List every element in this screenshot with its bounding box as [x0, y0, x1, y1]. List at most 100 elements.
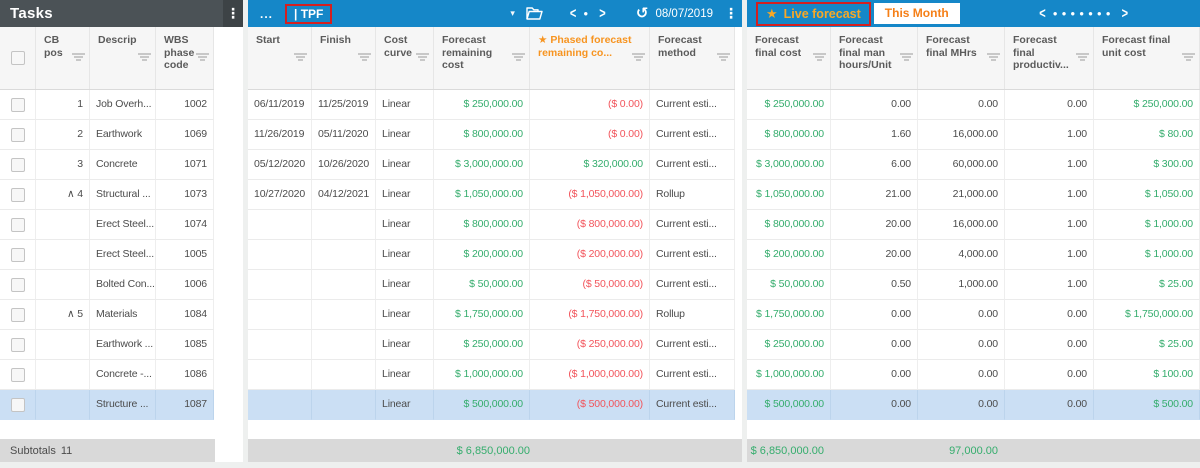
table-row[interactable]: 3Concrete1071: [0, 150, 214, 180]
table-row[interactable]: Earthwork ...1085: [0, 330, 214, 360]
row-checkbox[interactable]: [11, 188, 25, 202]
tasks-title-bar: Tasks ⋮: [0, 0, 243, 27]
table-row[interactable]: $ 1,050,000.0021.0021,000.001.00$ 1,050.…: [747, 180, 1200, 210]
table-row[interactable]: Linear$ 50,000.00($ 50,000.00)Current es…: [248, 270, 735, 300]
cell-method: Current esti...: [650, 90, 735, 120]
cell-unit: $ 1,050.00: [1094, 180, 1200, 210]
pager-dots[interactable]: ●: [583, 9, 592, 18]
row-checkbox[interactable]: [11, 278, 25, 292]
tab-live-forecast[interactable]: ★ Live forecast: [756, 2, 871, 26]
pager-left-icon[interactable]: <: [1039, 6, 1045, 22]
filter-icon[interactable]: [900, 53, 913, 55]
pager-right-icon[interactable]: >: [599, 6, 605, 22]
cell-pfrc: ($ 1,000,000.00): [530, 360, 650, 390]
column-header-cost[interactable]: Forecast final cost: [747, 27, 831, 89]
table-row[interactable]: $ 50,000.000.501,000.001.00$ 25.00: [747, 270, 1200, 300]
table-row[interactable]: Concrete -...1086: [0, 360, 214, 390]
filter-icon[interactable]: [196, 53, 209, 55]
table-row[interactable]: $ 500,000.000.000.000.00$ 500.00: [747, 390, 1200, 420]
filter-icon[interactable]: [138, 53, 151, 55]
table-row[interactable]: 10/27/202004/12/2021Linear$ 1,050,000.00…: [248, 180, 735, 210]
column-header-row: StartFinishCost curveForecast remaining …: [248, 27, 735, 90]
filter-icon[interactable]: [294, 53, 307, 55]
pager-right-icon[interactable]: >: [1122, 6, 1128, 22]
row-checkbox[interactable]: [11, 398, 25, 412]
filter-icon[interactable]: [1076, 53, 1089, 55]
cell-cost: $ 800,000.00: [747, 120, 831, 150]
row-checkbox[interactable]: [11, 98, 25, 112]
row-checkbox[interactable]: [11, 218, 25, 232]
column-header-wbs[interactable]: WBS phase code: [156, 27, 214, 89]
table-row[interactable]: $ 1,000,000.000.000.000.00$ 100.00: [747, 360, 1200, 390]
table-row[interactable]: 06/11/201911/25/2019Linear$ 250,000.00($…: [248, 90, 735, 120]
pager-dots[interactable]: ●●●●●●●: [1053, 9, 1115, 18]
filter-icon[interactable]: [1182, 53, 1195, 55]
filter-icon[interactable]: [512, 53, 525, 55]
column-label: Forecast final unit cost: [1102, 34, 1183, 59]
table-row[interactable]: Erect Steel...1005: [0, 240, 214, 270]
column-header-finish[interactable]: Finish: [312, 27, 376, 89]
row-checkbox[interactable]: [11, 338, 25, 352]
filter-icon[interactable]: [632, 53, 645, 55]
table-row[interactable]: 1Job Overh...1002: [0, 90, 214, 120]
table-row[interactable]: Linear$ 200,000.00($ 200,000.00)Current …: [248, 240, 735, 270]
table-row[interactable]: Linear$ 250,000.00($ 250,000.00)Current …: [248, 330, 735, 360]
filter-icon[interactable]: [358, 53, 371, 55]
row-checkbox[interactable]: [11, 128, 25, 142]
column-header-pfrc[interactable]: ★ Phased forecast remaining co...: [530, 27, 650, 89]
filter-icon[interactable]: [813, 53, 826, 55]
filter-icon[interactable]: [72, 53, 85, 55]
tasks-menu-button[interactable]: ⋮: [223, 0, 243, 27]
cell-man: 1.60: [831, 120, 918, 150]
table-row[interactable]: $ 3,000,000.006.0060,000.001.00$ 300.00: [747, 150, 1200, 180]
row-checkbox[interactable]: [11, 158, 25, 172]
column-header-frc[interactable]: Forecast remaining cost: [434, 27, 530, 89]
filter-icon[interactable]: [717, 53, 730, 55]
table-row[interactable]: 05/12/202010/26/2020Linear$ 3,000,000.00…: [248, 150, 735, 180]
chevron-down-icon[interactable]: ▾: [510, 8, 515, 19]
table-row[interactable]: 11/26/201905/11/2020Linear$ 800,000.00($…: [248, 120, 735, 150]
column-header-prod[interactable]: Forecast final productiv...: [1005, 27, 1094, 89]
select-all-checkbox[interactable]: [11, 51, 25, 65]
table-row[interactable]: $ 250,000.000.000.000.00$ 250,000.00: [747, 90, 1200, 120]
table-row[interactable]: $ 200,000.0020.004,000.001.00$ 1,000.00: [747, 240, 1200, 270]
refresh-icon[interactable]: ↺: [636, 6, 649, 21]
filter-icon[interactable]: [987, 53, 1000, 55]
cell-pfrc: ($ 50,000.00): [530, 270, 650, 300]
cell-start: 05/12/2020: [248, 150, 312, 180]
table-row[interactable]: Bolted Con...1006: [0, 270, 214, 300]
column-header-cb[interactable]: CB pos: [36, 27, 90, 89]
more-options-button[interactable]: ...: [260, 7, 273, 21]
column-header-start[interactable]: Start: [248, 27, 312, 89]
column-header-desc[interactable]: Descrip: [90, 27, 156, 89]
table-row[interactable]: Linear$ 800,000.00($ 800,000.00)Current …: [248, 210, 735, 240]
table-row[interactable]: $ 800,000.0020.0016,000.001.00$ 1,000.00: [747, 210, 1200, 240]
table-row[interactable]: 2Earthwork1069: [0, 120, 214, 150]
view-selector-tpf[interactable]: | TPF: [285, 4, 332, 24]
column-header-unit[interactable]: Forecast final unit cost: [1094, 27, 1200, 89]
column-header-method[interactable]: Forecast method: [650, 27, 735, 89]
column-header-mhrs[interactable]: Forecast final MHrs: [918, 27, 1005, 89]
schedule-panel: ... | TPF ▾ < ● > ↺ 08/07/2019 ⋮ StartFi…: [248, 0, 742, 462]
column-header-man[interactable]: Forecast final man hours/Unit: [831, 27, 918, 89]
cell-finish: [312, 390, 376, 420]
row-checkbox[interactable]: [11, 368, 25, 382]
tab-this-month[interactable]: This Month: [874, 3, 960, 24]
table-row[interactable]: ∧ 5Materials1084: [0, 300, 214, 330]
row-checkbox[interactable]: [11, 308, 25, 322]
pager-left-icon[interactable]: <: [570, 6, 576, 22]
table-row[interactable]: $ 800,000.001.6016,000.001.00$ 80.00: [747, 120, 1200, 150]
column-header-curve[interactable]: Cost curve: [376, 27, 434, 89]
table-row[interactable]: Structure ...1087: [0, 390, 214, 420]
table-row[interactable]: Erect Steel...1074: [0, 210, 214, 240]
kebab-menu-icon[interactable]: ⋮: [722, 0, 740, 27]
table-row[interactable]: Linear$ 500,000.00($ 500,000.00)Current …: [248, 390, 735, 420]
filter-icon[interactable]: [416, 53, 429, 55]
table-row[interactable]: $ 250,000.000.000.000.00$ 25.00: [747, 330, 1200, 360]
row-checkbox[interactable]: [11, 248, 25, 262]
table-row[interactable]: Linear$ 1,750,000.00($ 1,750,000.00)Roll…: [248, 300, 735, 330]
open-folder-icon[interactable]: [525, 6, 544, 21]
table-row[interactable]: ∧ 4Structural ...1073: [0, 180, 214, 210]
table-row[interactable]: Linear$ 1,000,000.00($ 1,000,000.00)Curr…: [248, 360, 735, 390]
table-row[interactable]: $ 1,750,000.000.000.000.00$ 1,750,000.00: [747, 300, 1200, 330]
